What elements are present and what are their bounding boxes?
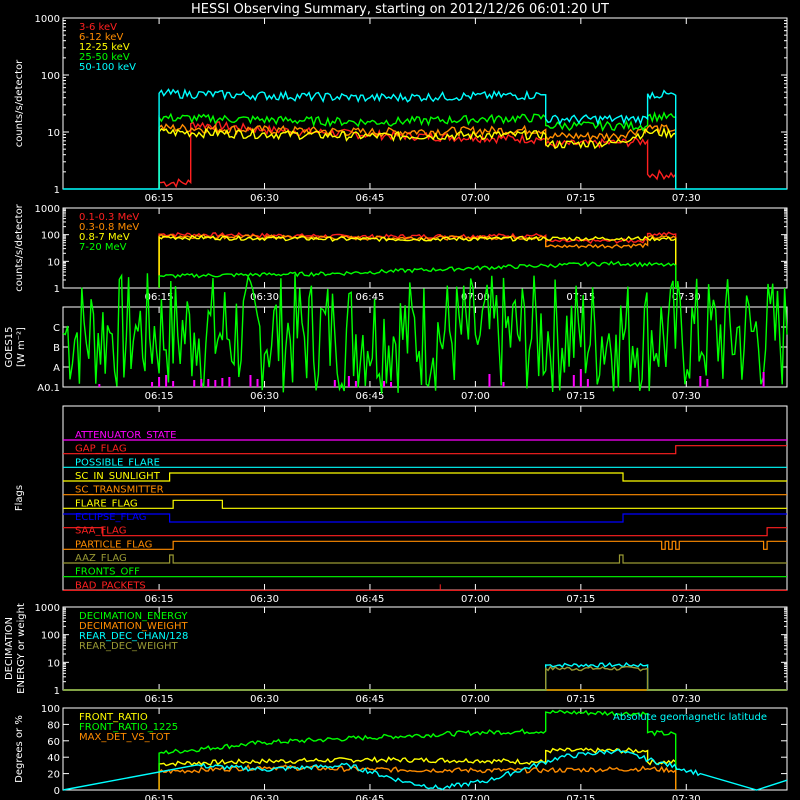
x-tick-label: 06:45 — [356, 292, 385, 303]
y-axis-label-2: ENERGY or weight — [16, 603, 27, 694]
flag-label: SC_TRANSMITTER — [75, 485, 164, 496]
legend-entry: 50-100 keV — [79, 62, 136, 73]
x-tick-label: 07:15 — [566, 594, 595, 605]
hessi-summary-chart: HESSI Observing Summary, starting on 201… — [0, 0, 800, 800]
flag-label: BAD_PACKETS — [75, 580, 146, 591]
x-tick-label: 06:30 — [250, 594, 279, 605]
y-tick-label: 0 — [54, 786, 60, 797]
flag-label: POSSIBLE_FLARE — [75, 457, 160, 468]
y-tick-label: 100 — [41, 231, 60, 242]
legend-entry: REAR_DEC_WEIGHT — [79, 641, 178, 652]
y-tick-label: 1000 — [35, 603, 60, 614]
y-tick-label: 1 — [54, 686, 60, 697]
x-tick-label: 07:00 — [461, 794, 490, 800]
flag-label: FRONTS_OFF — [75, 567, 140, 578]
y-axis-label-2: [W m⁻²] — [16, 327, 27, 367]
x-tick-label: 07:00 — [461, 594, 490, 605]
x-tick-label: 07:30 — [672, 594, 701, 605]
x-tick-label: 06:30 — [250, 391, 279, 402]
flag-label: AAZ_FLAG — [75, 553, 127, 564]
flag-label: SC_IN_SUNLIGHT — [75, 471, 161, 482]
x-tick-label: 07:15 — [566, 694, 595, 705]
x-tick-label: 06:15 — [145, 594, 174, 605]
y-axis-label: counts/s/detector — [14, 59, 25, 147]
flag-label: PARTICLE_FLAG — [75, 539, 152, 550]
y-tick-label: 80 — [47, 720, 60, 731]
x-tick-label: 06:45 — [356, 694, 385, 705]
y-tick-label: 1000 — [35, 14, 60, 25]
flag-label: ATTENUATOR_STATE — [75, 430, 176, 441]
legend-entry: MAX_DET_VS_TOT — [79, 732, 171, 743]
y-tick-label: A — [53, 363, 60, 374]
y-tick-label: A0.1 — [37, 383, 60, 394]
x-tick-label: 06:15 — [145, 193, 174, 204]
annotation-label: Absolute geomagnetic latitude — [613, 712, 767, 723]
y-tick-label: 10 — [47, 257, 60, 268]
x-tick-label: 07:30 — [672, 193, 701, 204]
y-axis-label: Flags — [14, 485, 25, 511]
y-tick-label: 10 — [47, 128, 60, 139]
x-tick-label: 06:15 — [145, 794, 174, 800]
flag-label: GAP_FLAG — [75, 444, 127, 455]
x-tick-label: 06:45 — [356, 594, 385, 605]
y-tick-label: 20 — [47, 770, 60, 781]
y-tick-label: 1 — [54, 284, 60, 295]
y-tick-label: B — [53, 343, 60, 354]
x-tick-label: 06:45 — [356, 391, 385, 402]
x-tick-label: 07:30 — [672, 794, 701, 800]
x-tick-label: 06:45 — [356, 193, 385, 204]
x-tick-label: 06:45 — [356, 794, 385, 800]
y-tick-label: 10 — [47, 658, 60, 669]
x-tick-label: 07:15 — [566, 193, 595, 204]
x-tick-label: 07:30 — [672, 391, 701, 402]
y-axis-label: Degrees or % — [14, 715, 25, 783]
x-tick-label: 07:15 — [566, 292, 595, 303]
flag-label: FLARE_FLAG — [75, 498, 138, 509]
x-tick-label: 06:30 — [250, 794, 279, 800]
y-tick-label: 40 — [47, 753, 60, 764]
x-tick-label: 07:15 — [566, 794, 595, 800]
y-tick-label: 60 — [47, 737, 60, 748]
x-tick-label: 06:30 — [250, 694, 279, 705]
y-tick-label: 100 — [41, 704, 60, 715]
y-axis-label: counts/s/detector — [14, 203, 25, 291]
y-axis-label: DECIMATION — [4, 617, 15, 680]
y-tick-label: 1 — [54, 185, 60, 196]
x-tick-label: 07:30 — [672, 694, 701, 705]
legend-entry: 7-20 MeV — [79, 242, 127, 253]
y-tick-label: 100 — [41, 71, 60, 82]
x-tick-label: 07:00 — [461, 193, 490, 204]
x-tick-label: 06:15 — [145, 391, 174, 402]
x-tick-label: 06:15 — [145, 694, 174, 705]
x-tick-label: 07:00 — [461, 391, 490, 402]
x-tick-label: 07:15 — [566, 391, 595, 402]
y-axis-label: GOES15 — [4, 326, 15, 367]
x-tick-label: 06:30 — [250, 193, 279, 204]
y-tick-label: 1000 — [35, 204, 60, 215]
y-tick-label: C — [53, 323, 60, 334]
x-tick-label: 07:00 — [461, 694, 490, 705]
y-tick-label: 100 — [41, 631, 60, 642]
chart-title: HESSI Observing Summary, starting on 201… — [191, 2, 609, 17]
